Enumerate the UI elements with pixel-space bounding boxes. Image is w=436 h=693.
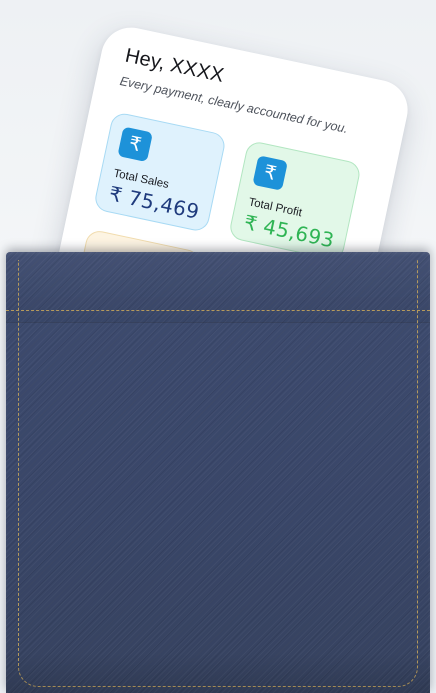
rupee-icon: ₹ <box>252 155 288 191</box>
rupee-icon: ₹ <box>117 126 153 163</box>
total-profit-tile[interactable]: ₹ Total Profit ₹ 45,693 <box>227 139 363 262</box>
pocket-frame-stitch <box>18 260 418 687</box>
total-sales-tile[interactable]: ₹ Total Sales ₹ 75,469 <box>92 111 228 234</box>
denim-pocket <box>6 252 430 693</box>
pocket-edge-shade <box>6 653 430 693</box>
